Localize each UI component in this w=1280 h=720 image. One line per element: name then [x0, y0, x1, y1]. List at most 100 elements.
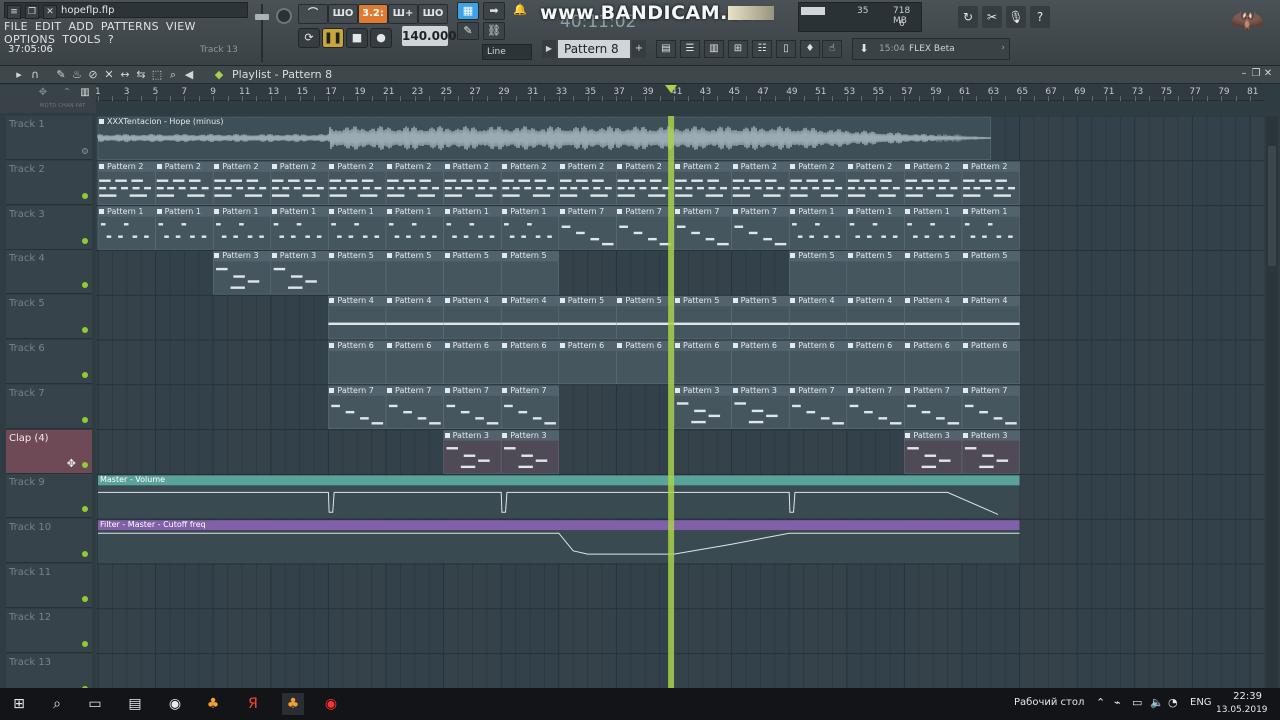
clip-label[interactable]: Pattern 2 — [674, 162, 719, 171]
clip-label[interactable]: Pattern 7 — [501, 386, 547, 395]
microphone-icon[interactable]: 🎙 — [1006, 6, 1026, 28]
snap-select[interactable]: Line — [482, 44, 532, 60]
menu-patterns[interactable]: PATTERNS — [101, 20, 159, 33]
clip-label[interactable]: Pattern 2 — [559, 162, 604, 171]
clip-label[interactable]: Pattern 7 — [328, 386, 374, 395]
clip-label[interactable]: Pattern 6 — [904, 341, 950, 350]
track-mute-led[interactable] — [82, 148, 88, 154]
menu-add[interactable]: ADD — [68, 20, 93, 33]
clip-label[interactable]: Pattern 3 — [732, 386, 777, 395]
clip-label[interactable]: Pattern 4 — [847, 296, 892, 305]
clip-label[interactable]: Pattern 4 — [789, 296, 835, 305]
track-mute-led[interactable] — [82, 282, 88, 289]
pattern-name[interactable]: Pattern 8 — [558, 40, 630, 58]
language-indicator[interactable]: ENG — [1190, 697, 1212, 708]
tempo-display[interactable]: 140.000 — [402, 26, 457, 46]
vertical-scrollbar[interactable] — [1266, 116, 1278, 688]
clip-label[interactable]: Pattern 3 — [271, 251, 316, 260]
clip-label[interactable]: Pattern 4 — [904, 296, 950, 305]
track-header[interactable]: Track 3 — [6, 205, 92, 250]
clock-date[interactable]: 13.05.2019 — [1216, 705, 1268, 715]
clip-label[interactable]: Pattern 1 — [156, 207, 201, 216]
clip-label[interactable]: Pattern 5 — [559, 296, 604, 305]
maximize-icon[interactable]: ❐ — [1250, 68, 1262, 79]
clip-label[interactable]: Pattern 6 — [616, 341, 662, 350]
clip-label[interactable]: Pattern 3 — [904, 431, 950, 440]
wait-record-toggle[interactable]: 3.2: — [358, 4, 388, 24]
arrangement-grid[interactable]: XXXTentacion - Hope (minus) Pattern 2 Patt… — [96, 116, 1264, 688]
stop-button[interactable]: ■ — [346, 28, 368, 48]
track-header[interactable]: Track 4 — [6, 250, 92, 295]
clip-label[interactable]: Pattern 2 — [904, 162, 950, 171]
clip-label[interactable]: Pattern 1 — [271, 207, 316, 216]
fl-studio-icon[interactable]: ♣ — [202, 693, 224, 715]
clip-label[interactable]: Pattern 1 — [444, 207, 489, 216]
clip-label[interactable]: Pattern 2 — [732, 162, 777, 171]
picker-icon[interactable]: ✥ — [36, 87, 50, 99]
clip-label[interactable]: Pattern 2 — [789, 162, 835, 171]
track-mute-led[interactable] — [82, 506, 88, 513]
clip-label[interactable]: Pattern 5 — [444, 251, 489, 260]
menu-file[interactable]: FILE — [4, 20, 28, 33]
add-pattern-button[interactable]: + — [632, 40, 646, 58]
mixer-icon[interactable]: ☷ — [752, 40, 772, 58]
browser-icon[interactable]: ⊞ — [728, 40, 748, 58]
clip-label[interactable]: Pattern 6 — [559, 341, 604, 350]
metronome-toggle[interactable]: ШО — [328, 4, 358, 24]
clock-time[interactable]: 22:39 — [1226, 691, 1262, 702]
clip-label[interactable]: Pattern 5 — [616, 296, 662, 305]
clip-label[interactable]: Pattern 2 — [156, 162, 201, 171]
clip-label[interactable]: Pattern 5 — [501, 251, 547, 260]
track-header[interactable]: Track 11 — [6, 564, 92, 608]
pattern-song-toggle-icon[interactable]: ▦ — [457, 2, 479, 20]
track-header[interactable]: Clap (4) ✥ — [6, 429, 92, 474]
clip-label[interactable]: Pattern 2 — [328, 162, 374, 171]
clip-label[interactable]: Pattern 2 — [98, 162, 143, 171]
track-header[interactable]: Track 1 — [6, 116, 92, 160]
clip-label[interactable]: Pattern 1 — [328, 207, 374, 216]
master-volume-slider[interactable] — [255, 4, 269, 62]
clip-label[interactable]: Pattern 6 — [386, 341, 431, 350]
clip-label[interactable]: Pattern 2 — [444, 162, 489, 171]
plugin-icon[interactable]: ♦ — [800, 40, 820, 58]
clip-label[interactable]: Pattern 5 — [674, 296, 719, 305]
clip-label[interactable]: Pattern 3 — [962, 431, 1007, 440]
file-icon[interactable]: ▯ — [776, 40, 796, 58]
clip-label[interactable]: Pattern 2 — [213, 162, 259, 171]
news-panel[interactable]: ⬇ 15:04 FLEX Beta › — [852, 38, 1010, 60]
clip-label[interactable]: Pattern 6 — [674, 341, 719, 350]
clip-label[interactable]: Pattern 7 — [732, 207, 777, 216]
brush-icon[interactable]: ✎ — [457, 22, 479, 40]
record-button[interactable]: ● — [370, 28, 392, 48]
clip-label[interactable]: Pattern 6 — [847, 341, 892, 350]
track-mute-led[interactable] — [82, 596, 88, 602]
arrow-right-icon[interactable]: ▸ — [12, 68, 26, 82]
download-icon[interactable]: ⬇ — [855, 41, 873, 57]
clip-label[interactable]: Pattern 6 — [444, 341, 489, 350]
clip-label[interactable]: Pattern 5 — [328, 251, 374, 260]
bell-icon[interactable]: 🔔 — [509, 2, 531, 20]
network-icon[interactable]: ⌁ — [1114, 696, 1121, 709]
master-pitch-knob[interactable] — [276, 8, 292, 24]
song-mode-icon[interactable]: ⌒ — [298, 4, 328, 24]
mute-icon[interactable]: ✕ — [102, 68, 116, 82]
cut-icon[interactable]: ✂ — [982, 6, 1002, 28]
pattern-arrow-icon[interactable]: ▶ — [542, 40, 556, 58]
folder-icon[interactable]: ▭ — [1132, 696, 1142, 709]
clip-label[interactable]: Pattern 5 — [732, 296, 777, 305]
track-header[interactable]: Track 12 — [6, 608, 92, 653]
restore-icon[interactable]: ❐ — [25, 5, 39, 19]
clip-label[interactable]: Pattern 5 — [847, 251, 892, 260]
clip-label[interactable]: Pattern 1 — [213, 207, 259, 216]
chevron-right-icon[interactable]: › — [1001, 43, 1005, 53]
arrow-right-icon[interactable]: ➡ — [483, 2, 505, 20]
slice-icon[interactable]: ⇆ — [134, 68, 148, 82]
step-edit-toggle[interactable]: Ш+ — [388, 4, 418, 24]
track-mute-led[interactable] — [82, 372, 88, 378]
track-mute-led[interactable] — [82, 416, 88, 423]
track-header[interactable]: Track 5 — [6, 295, 92, 340]
clip-label[interactable]: Pattern 2 — [847, 162, 892, 171]
filter-automation-label[interactable]: Filter - Master - Cutoff freq — [100, 520, 206, 529]
clip-label[interactable]: Pattern 4 — [962, 296, 1007, 305]
clip-label[interactable]: Pattern 7 — [559, 207, 604, 216]
